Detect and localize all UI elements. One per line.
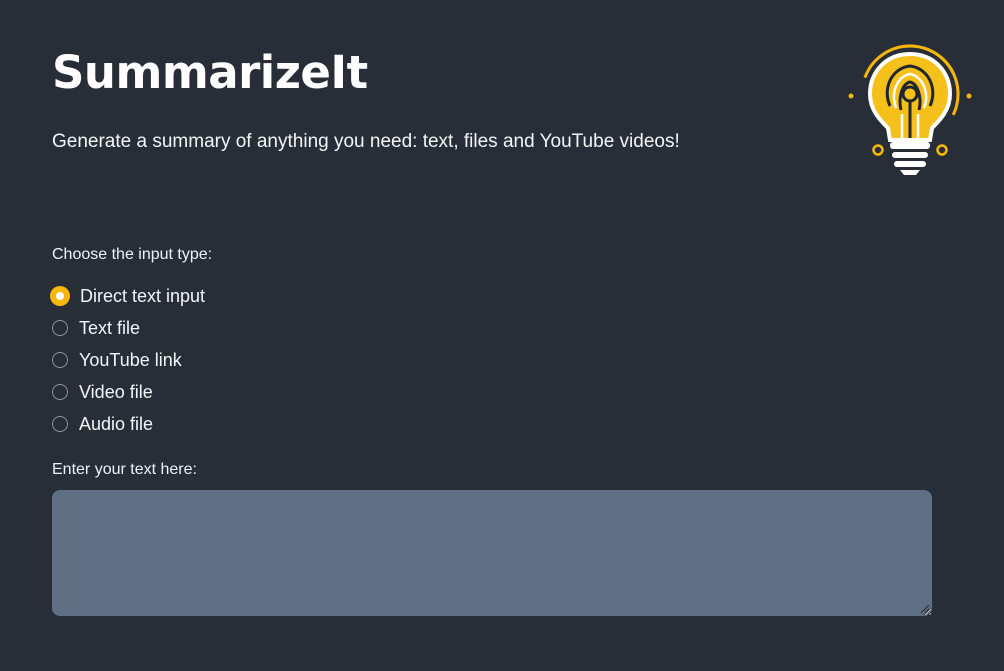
- radio-unselected-icon[interactable]: [52, 320, 68, 336]
- radio-unselected-icon[interactable]: [52, 352, 68, 368]
- radio-option-audio-file[interactable]: Audio file: [52, 408, 205, 440]
- resize-handle-icon[interactable]: [919, 603, 930, 614]
- page-subtitle: Generate a summary of anything you need:…: [52, 131, 680, 152]
- radio-option-video-file[interactable]: Video file: [52, 376, 205, 408]
- text-input-label: Enter your text here:: [52, 461, 197, 478]
- radio-option-text-file[interactable]: Text file: [52, 312, 205, 344]
- input-type-radio-group: Direct text input Text file YouTube link…: [50, 280, 205, 440]
- radio-option-label[interactable]: YouTube link: [79, 350, 182, 371]
- radio-option-label[interactable]: Video file: [79, 382, 153, 403]
- radio-option-youtube-link[interactable]: YouTube link: [52, 344, 205, 376]
- text-input-area[interactable]: [52, 490, 932, 616]
- input-type-label: Choose the input type:: [52, 246, 213, 263]
- page-title: SummarizeIt: [52, 46, 368, 99]
- app-page: SummarizeIt Generate a summary of anythi…: [0, 0, 1004, 671]
- radio-option-label[interactable]: Direct text input: [80, 286, 205, 307]
- radio-selected-icon[interactable]: [50, 286, 70, 306]
- radio-unselected-icon[interactable]: [52, 384, 68, 400]
- lightbulb-icon: [848, 44, 972, 175]
- radio-option-label[interactable]: Audio file: [79, 414, 153, 435]
- radio-unselected-icon[interactable]: [52, 416, 68, 432]
- radio-option-direct-text[interactable]: Direct text input: [50, 280, 205, 312]
- radio-option-label[interactable]: Text file: [79, 318, 140, 339]
